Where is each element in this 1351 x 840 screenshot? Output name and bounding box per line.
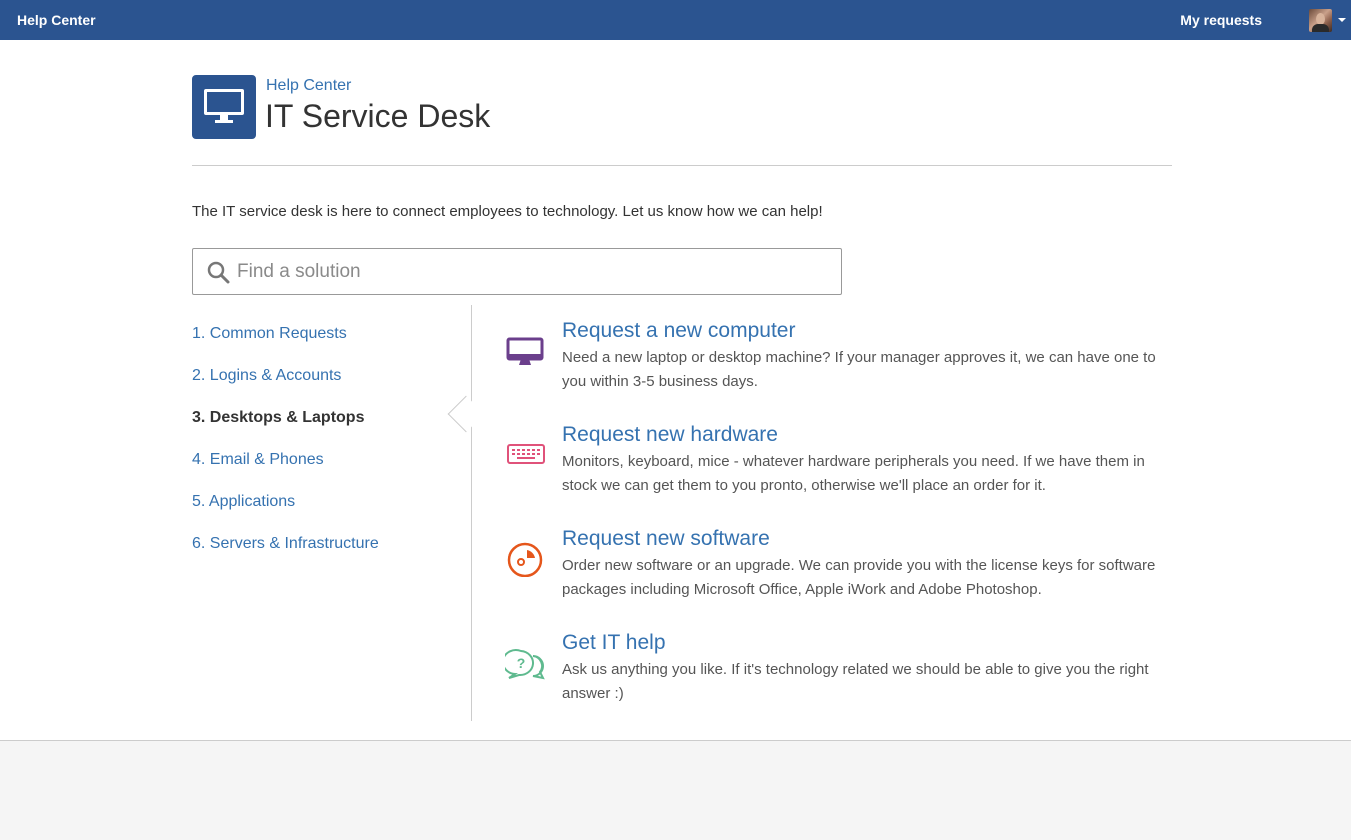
nav-item-logins-accounts[interactable]: 2. Logins & Accounts xyxy=(192,367,341,385)
nav-item-common-requests[interactable]: 1. Common Requests xyxy=(192,325,347,343)
request-description: Ask us anything you like. If it's techno… xyxy=(562,661,1149,702)
page-title: IT Service Desk xyxy=(265,98,491,134)
nav-item-desktops-laptops[interactable]: 3. Desktops & Laptops xyxy=(192,409,364,427)
request-description: Monitors, keyboard, mice - whatever hard… xyxy=(562,453,1145,494)
monitor-icon xyxy=(204,89,244,123)
help-chat-icon: ? xyxy=(505,649,545,680)
user-menu-caret-icon[interactable] xyxy=(1338,18,1346,22)
search-box[interactable] xyxy=(192,248,842,295)
request-title[interactable]: Request new software xyxy=(562,527,770,551)
request-title[interactable]: Request a new computer xyxy=(562,319,795,343)
search-icon xyxy=(207,261,230,284)
avatar-body xyxy=(1312,24,1329,32)
active-nav-pointer xyxy=(447,395,485,433)
software-disc-icon xyxy=(507,542,543,577)
search-input[interactable] xyxy=(237,257,827,287)
nav-divider xyxy=(471,305,472,721)
main-content: Help Center IT Service Desk The IT servi… xyxy=(0,40,1351,741)
computer-icon xyxy=(506,337,544,365)
breadcrumb-help-center[interactable]: Help Center xyxy=(266,77,351,95)
header-divider xyxy=(192,165,1172,166)
help-center-home-link[interactable]: Help Center xyxy=(17,12,96,28)
keyboard-icon xyxy=(507,444,545,464)
request-description: Need a new laptop or desktop machine? If… xyxy=(562,349,1156,390)
user-avatar[interactable] xyxy=(1309,9,1332,32)
request-title[interactable]: Request new hardware xyxy=(562,423,778,447)
service-desk-logo xyxy=(192,75,256,139)
my-requests-link[interactable]: My requests xyxy=(1180,12,1262,28)
top-navigation-bar: Help Center My requests xyxy=(0,0,1351,40)
nav-item-applications[interactable]: 5. Applications xyxy=(192,493,295,511)
svg-text:?: ? xyxy=(517,655,526,671)
intro-text: The IT service desk is here to connect e… xyxy=(192,203,823,220)
request-title[interactable]: Get IT help xyxy=(562,631,666,655)
request-description: Order new software or an upgrade. We can… xyxy=(562,557,1156,598)
nav-item-email-phones[interactable]: 4. Email & Phones xyxy=(192,451,324,469)
nav-item-servers-infrastructure[interactable]: 6. Servers & Infrastructure xyxy=(192,535,379,553)
